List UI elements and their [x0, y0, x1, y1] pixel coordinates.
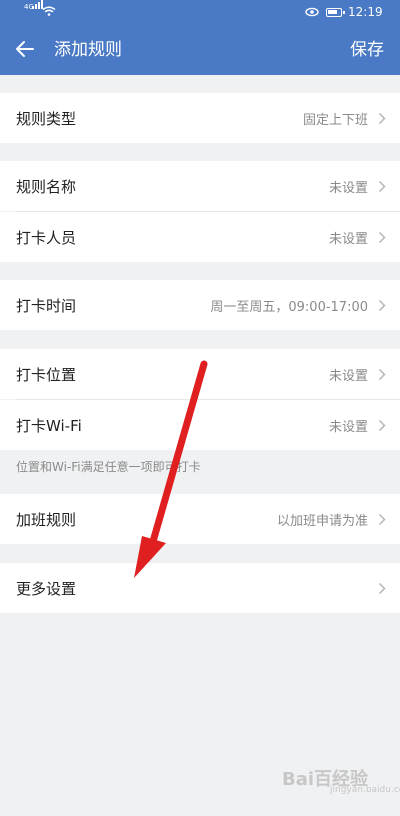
row-more-settings[interactable]: 更多设置	[0, 563, 400, 613]
row-rule-name[interactable]: 规则名称 未设置	[0, 161, 400, 211]
row-overtime-rule[interactable]: 加班规则 以加班申请为准	[0, 494, 400, 544]
app-screen: 4G 12:19 添加规则 保存 规则类型 固定上下班 规则名称 未设置 打卡人…	[0, 0, 400, 816]
row-label: 规则类型	[16, 109, 77, 128]
row-rule-type[interactable]: 规则类型 固定上下班	[0, 93, 400, 143]
battery-icon	[326, 8, 345, 17]
chevron-right-icon	[378, 513, 386, 525]
status-time: 12:19	[348, 5, 383, 19]
row-value: 未设置	[328, 231, 368, 247]
chevron-right-icon	[378, 368, 386, 380]
app-bar: 添加规则 保存	[0, 26, 400, 75]
back-arrow-icon[interactable]	[14, 38, 36, 60]
chevron-right-icon	[378, 180, 386, 192]
eye-icon	[305, 7, 319, 17]
chevron-right-icon	[378, 112, 386, 124]
chevron-right-icon	[378, 299, 386, 311]
row-label: 更多设置	[16, 579, 77, 598]
row-value: 未设置	[328, 368, 368, 384]
chevron-right-icon	[378, 419, 386, 431]
header: 4G 12:19 添加规则 保存	[0, 0, 400, 75]
row-label: 打卡人员	[16, 228, 77, 247]
row-value: 周一至周五，09:00-17:00	[210, 299, 368, 315]
row-label: 打卡时间	[16, 296, 77, 315]
page-title: 添加规则	[54, 40, 122, 60]
row-value: 固定上下班	[302, 112, 368, 128]
row-clock-location[interactable]: 打卡位置 未设置	[0, 349, 400, 399]
save-button[interactable]: 保存	[350, 39, 384, 61]
status-bar: 4G 12:19	[0, 0, 400, 26]
chevron-right-icon	[378, 582, 386, 594]
wifi-icon	[42, 6, 56, 16]
row-label: 加班规则	[16, 510, 77, 529]
row-clock-wifi[interactable]: 打卡Wi-Fi 未设置	[0, 400, 400, 450]
row-label: 打卡位置	[16, 365, 77, 384]
row-label: 规则名称	[16, 177, 77, 196]
watermark-url: jingyan.baidu.com	[330, 785, 400, 795]
chevron-right-icon	[378, 231, 386, 243]
row-clock-members[interactable]: 打卡人员 未设置	[0, 212, 400, 262]
row-value: 未设置	[328, 180, 368, 196]
row-value: 以加班申请为准	[276, 513, 368, 529]
row-value: 未设置	[328, 419, 368, 435]
location-wifi-hint: 位置和Wi-Fi满足任意一项即可打卡	[16, 460, 201, 474]
row-clock-time[interactable]: 打卡时间 周一至周五，09:00-17:00	[0, 280, 400, 330]
row-label: 打卡Wi-Fi	[16, 416, 82, 435]
